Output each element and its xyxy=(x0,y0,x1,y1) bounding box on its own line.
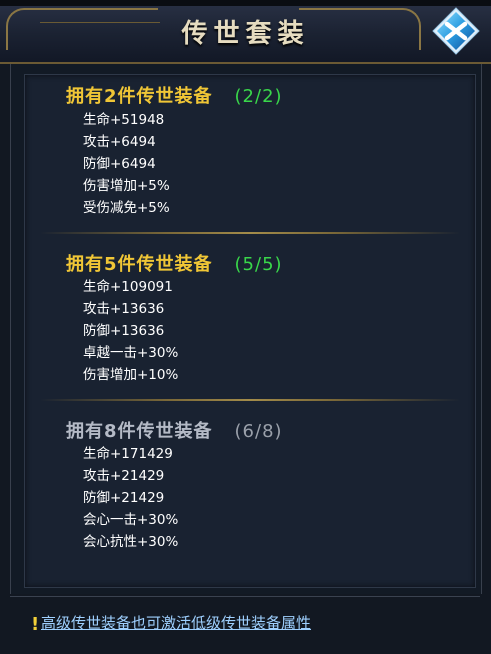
set-attr: 攻击+21429 xyxy=(83,468,165,484)
section-divider xyxy=(40,399,460,401)
set-progress-count: (5/5) xyxy=(234,254,283,275)
set-attr: 防御+13636 xyxy=(83,323,165,339)
set-title-label: 拥有8件传世装备 xyxy=(66,421,213,442)
set-attr: 生命+171429 xyxy=(83,446,173,462)
set-attr: 防御+6494 xyxy=(83,156,156,172)
close-button[interactable] xyxy=(432,7,480,55)
set-progress-count: (6/8) xyxy=(234,421,283,442)
set-title-8pc: 拥有8件传世装备 (6/8) xyxy=(66,417,283,443)
header-top-edge xyxy=(0,0,491,6)
set-attr: 会心一击+30% xyxy=(83,512,179,528)
set-title-label: 拥有2件传世装备 xyxy=(66,86,213,107)
tip-link[interactable]: 高级传世装备也可激活低级传世装备属性 xyxy=(41,612,311,633)
set-title-label: 拥有5件传世装备 xyxy=(66,254,213,275)
section-divider xyxy=(40,232,460,234)
set-attr: 受伤减免+5% xyxy=(83,200,170,216)
exclamation-icon: ! xyxy=(31,614,40,635)
set-attr: 生命+109091 xyxy=(83,279,173,295)
legendary-set-window: 传世套装 拥有2件传世装备 (2/2) 生命+51948 攻击+6494 防御+6 xyxy=(0,0,491,654)
set-attr: 生命+51948 xyxy=(83,112,165,128)
set-attr: 会心抗性+30% xyxy=(83,534,179,550)
window-title: 传世套装 xyxy=(181,19,310,49)
set-attr: 攻击+13636 xyxy=(83,301,165,317)
window-header: 传世套装 xyxy=(0,0,491,64)
set-attr: 伤害增加+5% xyxy=(83,178,170,194)
panel-bottom-line xyxy=(10,596,480,597)
set-attr: 防御+21429 xyxy=(83,490,165,506)
set-attr: 攻击+6494 xyxy=(83,134,156,150)
set-progress-count: (2/2) xyxy=(234,86,283,107)
set-attr: 伤害增加+10% xyxy=(83,367,179,383)
set-title-2pc: 拥有2件传世装备 (2/2) xyxy=(66,82,283,108)
close-x-icon xyxy=(432,7,480,55)
set-title-5pc: 拥有5件传世装备 (5/5) xyxy=(66,250,283,276)
set-attr: 卓越一击+30% xyxy=(83,345,179,361)
